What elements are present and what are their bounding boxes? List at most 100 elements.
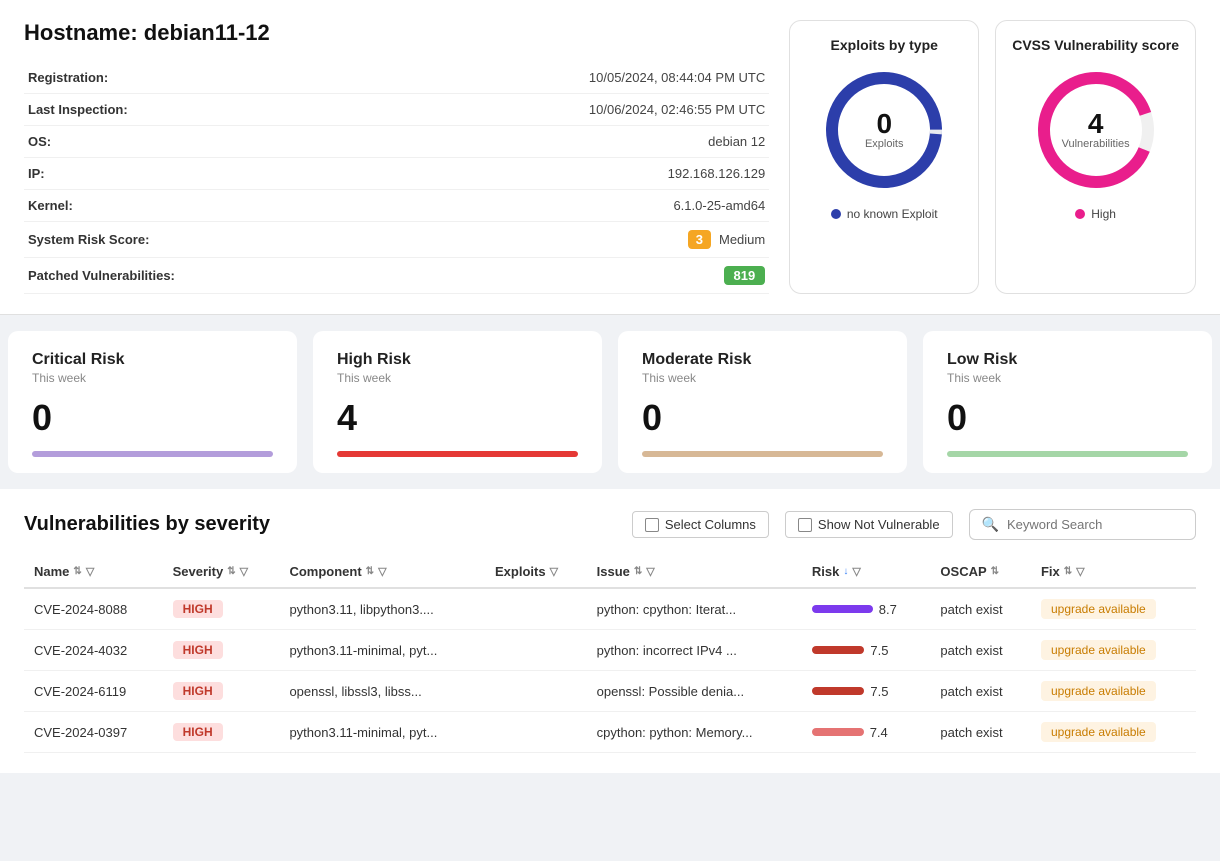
cvss-count: 4 <box>1062 110 1130 138</box>
fix-badge-0: upgrade available <box>1041 599 1156 619</box>
vulnerabilities-table: Name ⇅ ▽ Severity ⇅ ▽ Component ⇅ <box>24 556 1196 753</box>
fix-sort-icon[interactable]: ⇅ <box>1064 566 1072 577</box>
last-inspection-value: 10/06/2024, 02:46:55 PM UTC <box>224 94 769 126</box>
col-exploits: Exploits ▽ <box>485 556 587 588</box>
cell-issue-1: python: incorrect IPv4 ... <box>587 630 802 671</box>
cell-exploits-1 <box>485 630 587 671</box>
name-sort-icon[interactable]: ⇅ <box>73 566 81 577</box>
os-label: OS: <box>24 126 224 158</box>
risk-card-moderate-risk: Moderate Risk This week 0 <box>618 331 907 473</box>
severity-sort-icon[interactable]: ⇅ <box>227 566 235 577</box>
risk-bar-mini-0 <box>812 605 873 613</box>
host-info-panel: Hostname: debian11-12 Registration: 10/0… <box>24 20 769 294</box>
hostname-title: Hostname: debian11-12 <box>24 20 769 46</box>
risk-card-title-1: High Risk <box>337 351 578 369</box>
exploits-donut: 0 Exploits <box>819 65 949 195</box>
severity-badge-2: HIGH <box>173 682 223 700</box>
cell-name-0: CVE-2024-8088 <box>24 588 163 630</box>
risk-card-bar-2 <box>642 451 883 457</box>
risk-card-value-0: 0 <box>32 397 273 439</box>
select-columns-button[interactable]: Select Columns <box>632 511 769 538</box>
charts-section: Exploits by type 0 Exploits no known Exp… <box>789 20 1196 294</box>
fix-badge-2: upgrade available <box>1041 681 1156 701</box>
show-not-vulnerable-label: Show Not Vulnerable <box>818 517 940 532</box>
risk-filter-icon[interactable]: ▽ <box>852 565 860 578</box>
cvss-donut: 4 Vulnerabilities <box>1031 65 1161 195</box>
severity-badge-0: HIGH <box>173 600 223 618</box>
cell-risk-1: 7.5 <box>802 630 931 671</box>
cell-fix-0: upgrade available <box>1031 588 1196 630</box>
issue-sort-icon[interactable]: ⇅ <box>634 566 642 577</box>
risk-bar-mini-2 <box>812 687 865 695</box>
kernel-label: Kernel: <box>24 190 224 222</box>
cell-name-2: CVE-2024-6119 <box>24 671 163 712</box>
severity-badge-3: HIGH <box>173 723 223 741</box>
risk-bar-mini-1 <box>812 646 865 654</box>
table-header-row: Name ⇅ ▽ Severity ⇅ ▽ Component ⇅ <box>24 556 1196 588</box>
col-severity: Severity ⇅ ▽ <box>163 556 280 588</box>
exploits-chart-title: Exploits by type <box>831 37 938 53</box>
cvss-donut-center: 4 Vulnerabilities <box>1062 110 1130 150</box>
risk-card-bar-3 <box>947 451 1188 457</box>
keyword-search-input[interactable] <box>1007 517 1183 532</box>
exploits-legend-label: no known Exploit <box>847 207 938 221</box>
registration-label: Registration: <box>24 62 224 94</box>
kernel-value: 6.1.0-25-amd64 <box>224 190 769 222</box>
cell-component-3: python3.11-minimal, pyt... <box>279 712 485 753</box>
ip-value: 192.168.126.129 <box>224 158 769 190</box>
keyword-search-box[interactable]: 🔍 <box>969 509 1196 540</box>
risk-sort-icon[interactable]: ↓ <box>843 566 848 577</box>
cell-risk-0: 8.7 <box>802 588 931 630</box>
col-issue: Issue ⇅ ▽ <box>587 556 802 588</box>
cvss-legend-label: High <box>1091 207 1116 221</box>
risk-card-bar-0 <box>32 451 273 457</box>
exploits-filter-icon[interactable]: ▽ <box>550 565 558 578</box>
component-sort-icon[interactable]: ⇅ <box>366 566 374 577</box>
cell-oscap-2: patch exist <box>930 671 1031 712</box>
cvss-legend: High <box>1075 207 1116 221</box>
vulns-section: Vulnerabilities by severity Select Colum… <box>0 489 1220 773</box>
severity-filter-icon[interactable]: ▽ <box>240 565 248 578</box>
fix-badge-3: upgrade available <box>1041 722 1156 742</box>
vulns-header: Vulnerabilities by severity Select Colum… <box>24 509 1196 540</box>
cell-risk-2: 7.5 <box>802 671 931 712</box>
cvss-chart-title: CVSS Vulnerability score <box>1012 37 1179 53</box>
cell-severity-2: HIGH <box>163 671 280 712</box>
os-row: OS: debian 12 <box>24 126 769 158</box>
oscap-sort-icon[interactable]: ⇅ <box>991 566 999 577</box>
exploits-legend: no known Exploit <box>831 207 938 221</box>
patched-cell: 819 <box>224 258 769 294</box>
exploits-count: 0 <box>865 110 904 138</box>
risk-card-high-risk: High Risk This week 4 <box>313 331 602 473</box>
cvss-chart-card: CVSS Vulnerability score 4 Vulnerabiliti… <box>995 20 1196 294</box>
ip-row: IP: 192.168.126.129 <box>24 158 769 190</box>
exploits-chart-card: Exploits by type 0 Exploits no known Exp… <box>789 20 979 294</box>
name-filter-icon[interactable]: ▽ <box>86 565 94 578</box>
risk-card-subtitle-2: This week <box>642 371 883 385</box>
last-inspection-label: Last Inspection: <box>24 94 224 126</box>
risk-score-text: Medium <box>719 232 765 247</box>
cell-name-1: CVE-2024-4032 <box>24 630 163 671</box>
col-risk: Risk ↓ ▽ <box>802 556 931 588</box>
fix-filter-icon[interactable]: ▽ <box>1076 565 1084 578</box>
risk-bar-mini-3 <box>812 728 864 736</box>
risk-score-label: System Risk Score: <box>24 222 224 258</box>
risk-card-title-3: Low Risk <box>947 351 1188 369</box>
cvss-legend-dot <box>1075 209 1085 219</box>
show-not-vulnerable-button[interactable]: Show Not Vulnerable <box>785 511 953 538</box>
cell-exploits-2 <box>485 671 587 712</box>
cell-component-1: python3.11-minimal, pyt... <box>279 630 485 671</box>
table-header: Name ⇅ ▽ Severity ⇅ ▽ Component ⇅ <box>24 556 1196 588</box>
cell-component-0: python3.11, libpython3.... <box>279 588 485 630</box>
severity-badge-1: HIGH <box>173 641 223 659</box>
risk-card-bar-1 <box>337 451 578 457</box>
cell-component-2: openssl, libssl3, libss... <box>279 671 485 712</box>
issue-filter-icon[interactable]: ▽ <box>646 565 654 578</box>
component-filter-icon[interactable]: ▽ <box>378 565 386 578</box>
os-value: debian 12 <box>224 126 769 158</box>
risk-value-3: 7.4 <box>870 725 888 740</box>
cell-issue-2: openssl: Possible denia... <box>587 671 802 712</box>
table-row: CVE-2024-4032 HIGH python3.11-minimal, p… <box>24 630 1196 671</box>
risk-card-subtitle-0: This week <box>32 371 273 385</box>
col-component: Component ⇅ ▽ <box>279 556 485 588</box>
